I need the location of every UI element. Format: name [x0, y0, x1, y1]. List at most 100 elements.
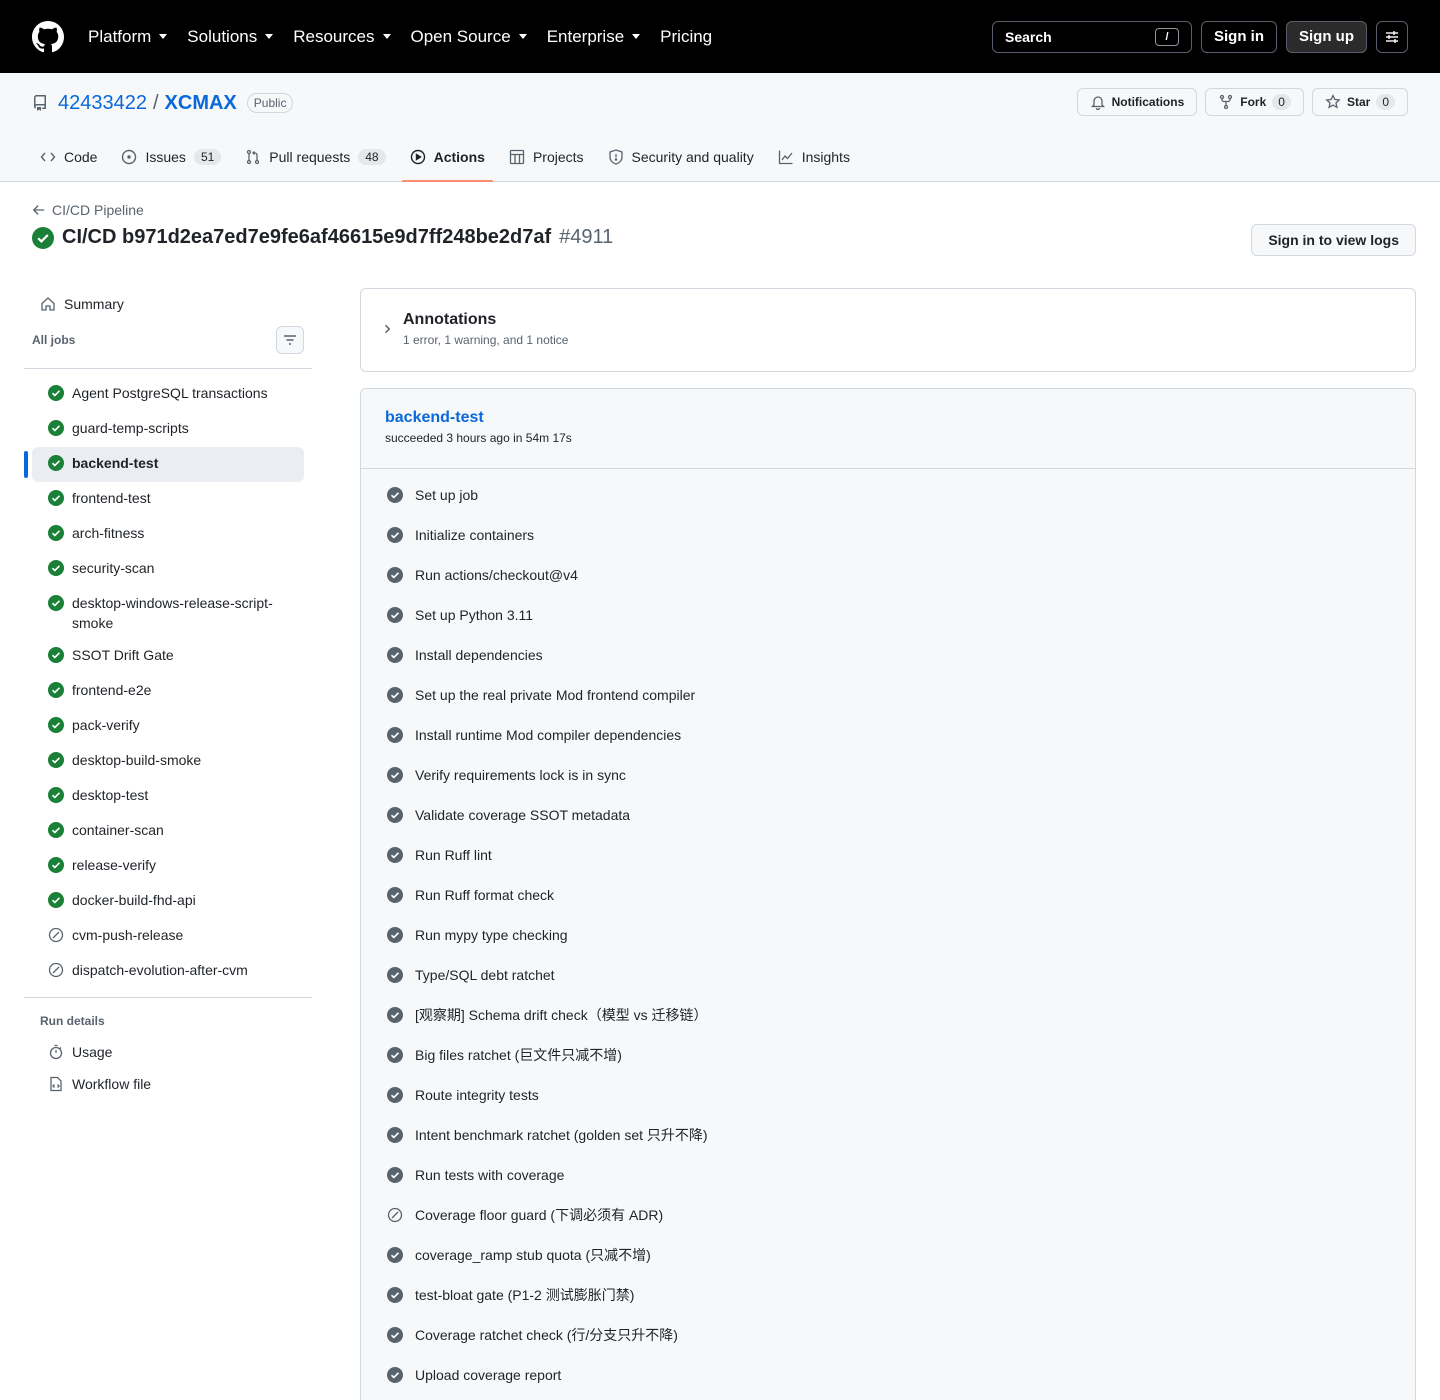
sidebar-job-item[interactable]: docker-build-fhd-api [32, 884, 304, 919]
job-step[interactable]: Set up Python 3.11 [377, 595, 1399, 635]
github-logo-icon[interactable] [32, 20, 64, 53]
sidebar-job-item[interactable]: guard-temp-scripts [32, 412, 304, 447]
job-step[interactable]: Run tests with coverage [377, 1155, 1399, 1195]
tab-pull-requests[interactable]: Pull requests 48 [237, 133, 393, 181]
tab-security[interactable]: Security and quality [600, 133, 762, 181]
job-step[interactable]: Run mypy type checking [377, 915, 1399, 955]
sidebar-item-workflow-file[interactable]: Workflow file [32, 1068, 304, 1100]
job-label: container-scan [72, 822, 164, 838]
fork-button[interactable]: Fork 0 [1205, 88, 1304, 116]
job-step[interactable]: Big files ratchet (巨文件只减不增) [377, 1035, 1399, 1075]
job-step[interactable]: Coverage ratchet check (行/分支只升不降) [377, 1315, 1399, 1355]
job-label: Agent PostgreSQL transactions [72, 385, 268, 401]
keyboard-shortcut-hint: / [1155, 27, 1179, 46]
job-label: pack-verify [72, 717, 140, 733]
sidebar-job-item[interactable]: pack-verify [32, 709, 304, 744]
step-status-icon [387, 1287, 403, 1303]
run-header: CI/CD Pipeline CI/CD b971d2ea7ed7e9fe6af… [0, 182, 1440, 288]
nav-resources[interactable]: Resources [293, 27, 391, 47]
run-sidebar: Summary All jobs Agent PostgreSQL transa… [24, 288, 312, 1400]
sidebar-job-item[interactable]: arch-fitness [32, 517, 304, 552]
nav-enterprise[interactable]: Enterprise [547, 27, 641, 47]
job-step[interactable]: Upload coverage report [377, 1355, 1399, 1395]
tab-code[interactable]: Code [32, 133, 105, 181]
job-step[interactable]: [观察期] Schema drift check（模型 vs 迁移链） [377, 995, 1399, 1035]
job-status-icon [48, 892, 64, 913]
sidebar-job-item[interactable]: release-verify [32, 849, 304, 884]
check-circle-fill-icon [387, 1287, 403, 1303]
filter-icon [284, 335, 296, 345]
job-step[interactable]: Coverage floor guard (下调必须有 ADR) [377, 1195, 1399, 1235]
step-label: Type/SQL debt ratchet [415, 967, 555, 983]
search-input[interactable]: Search / [992, 20, 1192, 53]
nav-pricing[interactable]: Pricing [660, 27, 712, 47]
nav-open-source[interactable]: Open Source [411, 27, 527, 47]
repo-owner-link[interactable]: 42433422 [58, 92, 147, 115]
step-list: Set up job Initialize containers Run actio… [361, 469, 1415, 1400]
check-circle-fill-icon [387, 1247, 403, 1263]
notifications-button[interactable]: Notifications [1076, 88, 1198, 116]
issues-count: 51 [193, 149, 222, 165]
sign-in-to-view-logs-button[interactable]: Sign in to view logs [1251, 224, 1416, 256]
repo-name-link[interactable]: XCMAX [165, 92, 237, 115]
nav-solutions[interactable]: Solutions [187, 27, 274, 47]
sidebar-job-item[interactable]: SSOT Drift Gate [32, 639, 304, 674]
sidebar-job-item[interactable]: frontend-e2e [32, 674, 304, 709]
sidebar-job-item[interactable]: frontend-test [32, 482, 304, 517]
sidebar-job-item[interactable]: dispatch-evolution-after-cvm [32, 954, 304, 989]
job-step[interactable]: Validate coverage SSOT metadata [377, 795, 1399, 835]
check-circle-fill-icon [387, 527, 403, 543]
job-step[interactable]: Install dependencies [377, 635, 1399, 675]
step-label: Set up the real private Mod frontend com… [415, 687, 696, 703]
job-step[interactable]: Install runtime Mod compiler dependencie… [377, 715, 1399, 755]
job-step[interactable]: Set up the real private Mod frontend com… [377, 675, 1399, 715]
job-step[interactable]: Initialize containers [377, 515, 1399, 555]
header-actions: Search / Sign in Sign up [992, 20, 1408, 53]
sign-in-button[interactable]: Sign in [1201, 20, 1277, 53]
star-button[interactable]: Star 0 [1311, 88, 1408, 116]
sidebar-job-item[interactable]: desktop-test [32, 779, 304, 814]
sidebar-job-item[interactable]: security-scan [32, 552, 304, 587]
run-content: Annotations 1 error, 1 warning, and 1 no… [360, 288, 1416, 1400]
skipped-icon [48, 927, 64, 943]
sidebar-job-item[interactable]: desktop-build-smoke [32, 744, 304, 779]
sign-up-button[interactable]: Sign up [1286, 20, 1367, 53]
job-step[interactable]: coverage_ramp stub quota (只减不增) [377, 1235, 1399, 1275]
job-step[interactable]: Run Ruff lint [377, 835, 1399, 875]
settings-menu-button[interactable] [1376, 20, 1408, 53]
sidebar-job-item[interactable]: Agent PostgreSQL transactions [32, 377, 304, 412]
annotations-panel[interactable]: Annotations 1 error, 1 warning, and 1 no… [360, 288, 1416, 372]
back-to-workflow-link[interactable]: CI/CD Pipeline [32, 202, 1416, 218]
step-label: test-bloat gate (P1-2 测试膨胀门禁) [415, 1287, 635, 1303]
job-status-icon [48, 560, 64, 581]
job-step[interactable]: test-bloat gate (P1-2 测试膨胀门禁) [377, 1275, 1399, 1315]
job-step[interactable]: Run actions/checkout@v4 [377, 555, 1399, 595]
step-status-icon [387, 1127, 403, 1143]
job-step[interactable]: Verify requirements lock is in sync [377, 755, 1399, 795]
check-circle-fill-icon [387, 1167, 403, 1183]
sidebar-job-item[interactable]: cvm-push-release [32, 919, 304, 954]
tab-issues[interactable]: Issues 51 [113, 133, 229, 181]
check-circle-fill-icon [387, 1047, 403, 1063]
check-circle-fill-icon [387, 847, 403, 863]
star-icon [1325, 94, 1341, 109]
sidebar-item-summary[interactable]: Summary [24, 288, 312, 320]
sidebar-job-item[interactable]: desktop-windows-release-script-smoke [32, 587, 304, 639]
job-step[interactable]: Run Ruff format check [377, 875, 1399, 915]
sidebar-item-usage[interactable]: Usage [32, 1036, 304, 1068]
job-status-icon [48, 717, 64, 738]
filter-jobs-button[interactable] [276, 326, 304, 354]
sidebar-job-item[interactable]: backend-test [24, 447, 304, 482]
job-step[interactable]: Route integrity tests [377, 1075, 1399, 1115]
job-name-link[interactable]: backend-test [385, 409, 1391, 427]
sidebar-job-item[interactable]: container-scan [32, 814, 304, 849]
job-step[interactable]: Type/SQL debt ratchet [377, 955, 1399, 995]
job-step[interactable]: Intent benchmark ratchet (golden set 只升不… [377, 1115, 1399, 1155]
tab-actions[interactable]: Actions [401, 133, 494, 182]
tab-projects[interactable]: Projects [501, 133, 592, 181]
step-status-icon [387, 647, 403, 663]
global-header: Platform Solutions Resources Open Source… [0, 0, 1440, 73]
nav-platform[interactable]: Platform [88, 27, 168, 47]
tab-insights[interactable]: Insights [770, 133, 858, 181]
job-step[interactable]: Set up job [377, 475, 1399, 515]
